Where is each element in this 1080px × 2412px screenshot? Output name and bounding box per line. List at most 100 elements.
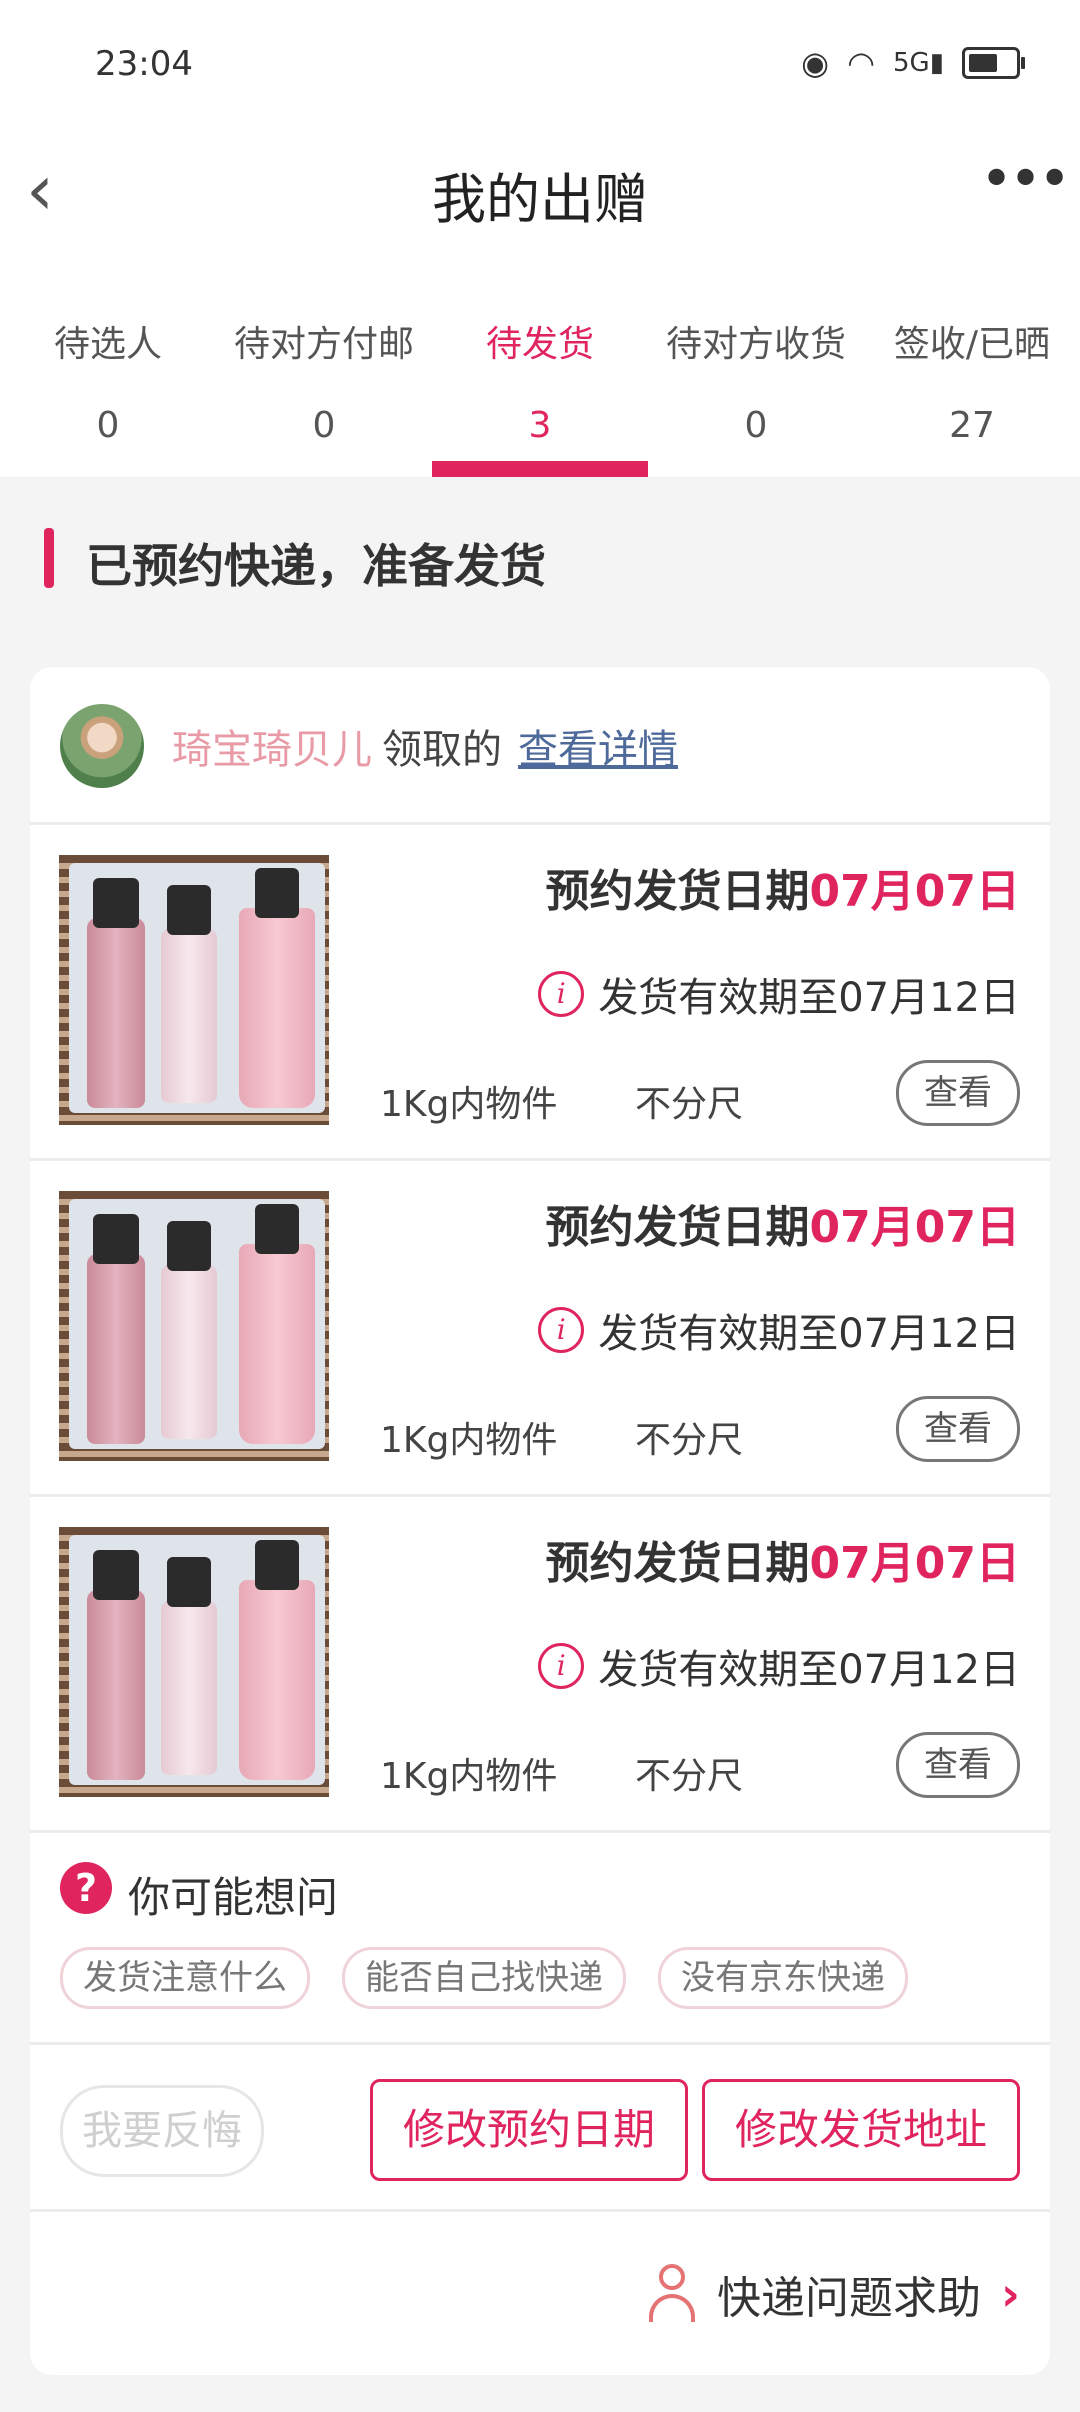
tab-pending-ship[interactable]: 待发货 3 <box>432 285 648 477</box>
bottle-shape <box>87 1590 145 1780</box>
info-icon[interactable]: i <box>538 1643 585 1689</box>
valid-until: i 发货有效期至07月12日 <box>538 1301 1020 1359</box>
ship-date-value: 07月07日 <box>809 866 1020 917</box>
change-address-button[interactable]: 修改发货地址 <box>702 2079 1020 2181</box>
eye-icon: ◉ <box>801 44 830 82</box>
bottle-shape <box>161 1264 217 1439</box>
tab-label: 待选人 <box>53 324 162 365</box>
tube-shape <box>239 1244 315 1444</box>
tab-label: 待对方付邮 <box>233 324 414 365</box>
courier-help[interactable]: 快递问题求助 › <box>647 2262 1020 2326</box>
5g-signal-icon: 5G▮ <box>893 48 944 78</box>
question-icon: ? <box>60 1862 112 1914</box>
order-card: 琦宝琦贝儿 领取的 查看详情 预约发货日期07月07日 i 发货有效期至07月1… <box>30 667 1050 2375</box>
view-button[interactable]: 查看 <box>896 1396 1020 1462</box>
valid-until-text: 发货有效期至07月12日 <box>598 1647 1020 1693</box>
tube-shape <box>239 1580 315 1780</box>
status-icons: ◉ ◠ 5G▮ <box>801 44 1025 82</box>
weight-label: 1Kg内物件 <box>380 1420 558 1461</box>
more-dots-icon[interactable]: ••• <box>980 145 1071 215</box>
avatar[interactable] <box>60 704 144 788</box>
cap-shape <box>167 885 211 935</box>
list-item: 预约发货日期07月07日 i 发货有效期至07月12日 1Kg内物件 不分尺 查… <box>30 1497 1050 1833</box>
ship-date: 预约发货日期07月07日 <box>546 855 1020 919</box>
cap-shape <box>255 1204 299 1254</box>
cap-shape <box>255 1540 299 1590</box>
cap-shape <box>167 1221 211 1271</box>
weight-label: 1Kg内物件 <box>380 1084 558 1125</box>
status-time: 23:04 <box>95 44 193 84</box>
tab-pending-select[interactable]: 待选人 0 <box>0 285 216 477</box>
person-icon <box>647 2264 697 2324</box>
info-icon[interactable]: i <box>538 1307 585 1353</box>
tube-shape <box>239 908 315 1108</box>
wifi-icon: ◠ <box>847 44 875 82</box>
product-tray <box>69 863 325 1113</box>
size-label: 不分尺 <box>635 1420 744 1461</box>
status-tabs: 待选人 0 待对方付邮 0 待发货 3 待对方收货 0 签收/已晒 27 <box>0 285 1080 477</box>
ship-date: 预约发货日期07月07日 <box>546 1527 1020 1591</box>
status-bar: 23:04 ◉ ◠ 5G▮ <box>0 0 1080 135</box>
valid-until-text: 发货有效期至07月12日 <box>598 975 1020 1021</box>
tab-label: 待对方收货 <box>665 324 846 365</box>
recipient-row: 琦宝琦贝儿 领取的 查看详情 <box>30 667 1050 825</box>
size-label: 不分尺 <box>635 1756 744 1797</box>
bottle-shape <box>87 918 145 1108</box>
ship-date: 预约发货日期07月07日 <box>546 1191 1020 1255</box>
tab-label: 待发货 <box>485 324 594 365</box>
cap-shape <box>93 878 139 928</box>
faq-section: ? 你可能想问 发货注意什么 能否自己找快递 没有京东快递 <box>30 1822 1050 2045</box>
info-icon[interactable]: i <box>538 971 585 1017</box>
change-date-button[interactable]: 修改预约日期 <box>370 2079 688 2181</box>
valid-until: i 发货有效期至07月12日 <box>538 1637 1020 1695</box>
cap-shape <box>167 1557 211 1607</box>
view-button[interactable]: 查看 <box>896 1732 1020 1798</box>
action-bar: 我要反悔 修改预约日期 修改发货地址 <box>30 2045 1050 2212</box>
chevron-right-icon: › <box>1001 2267 1020 2321</box>
bottle-shape <box>161 928 217 1103</box>
view-button[interactable]: 查看 <box>896 1060 1020 1126</box>
tab-count: 27 <box>949 405 995 446</box>
ship-date-label: 预约发货日期 <box>545 1202 810 1253</box>
courier-help-text: 快递问题求助 <box>717 2273 982 2324</box>
nav-header: ‹ 我的出赠 ••• <box>0 135 1080 285</box>
product-image[interactable] <box>59 1527 329 1797</box>
faq-chip[interactable]: 没有京东快递 <box>658 1947 908 2009</box>
recipient-suffix: 领取的 <box>382 727 502 773</box>
list-item: 预约发货日期07月07日 i 发货有效期至07月12日 1Kg内物件 不分尺 查… <box>30 825 1050 1161</box>
tab-count: 3 <box>528 405 552 446</box>
product-tray <box>69 1199 325 1449</box>
ship-date-value: 07月07日 <box>809 1202 1020 1253</box>
tab-count: 0 <box>744 405 768 446</box>
tab-count: 0 <box>96 405 120 446</box>
cap-shape <box>255 868 299 918</box>
faq-chip[interactable]: 发货注意什么 <box>60 1947 310 2009</box>
product-image[interactable] <box>59 855 329 1125</box>
weight-label: 1Kg内物件 <box>380 1756 558 1797</box>
tab-pending-receive[interactable]: 待对方收货 0 <box>648 285 864 477</box>
valid-until-text: 发货有效期至07月12日 <box>598 1311 1020 1357</box>
bottle-shape <box>87 1254 145 1444</box>
battery-icon <box>962 47 1025 79</box>
recipient-name[interactable]: 琦宝琦贝儿 <box>172 717 372 775</box>
faq-chip[interactable]: 能否自己找快递 <box>342 1947 626 2009</box>
tab-label: 签收/已晒 <box>893 324 1051 365</box>
page-title: 我的出赠 <box>432 168 648 231</box>
ship-date-label: 预约发货日期 <box>545 1538 810 1589</box>
product-image[interactable] <box>59 1191 329 1461</box>
size-label: 不分尺 <box>635 1084 744 1125</box>
regret-button[interactable]: 我要反悔 <box>60 2085 264 2177</box>
product-tray <box>69 1535 325 1785</box>
bottle-shape <box>161 1600 217 1775</box>
cap-shape <box>93 1550 139 1600</box>
ship-date-label: 预约发货日期 <box>545 866 810 917</box>
section-accent-bar <box>44 528 54 588</box>
tab-pending-postage[interactable]: 待对方付邮 0 <box>216 285 432 477</box>
faq-chips: 发货注意什么 能否自己找快递 没有京东快递 <box>60 1947 908 2009</box>
view-details-link[interactable]: 查看详情 <box>518 717 678 775</box>
ship-date-value: 07月07日 <box>809 1538 1020 1589</box>
tab-received[interactable]: 签收/已晒 27 <box>864 285 1080 477</box>
faq-title: 你可能想问 <box>128 1873 339 1922</box>
courier-help-row[interactable]: 快递问题求助 › <box>30 2212 1050 2375</box>
tab-count: 0 <box>312 405 336 446</box>
